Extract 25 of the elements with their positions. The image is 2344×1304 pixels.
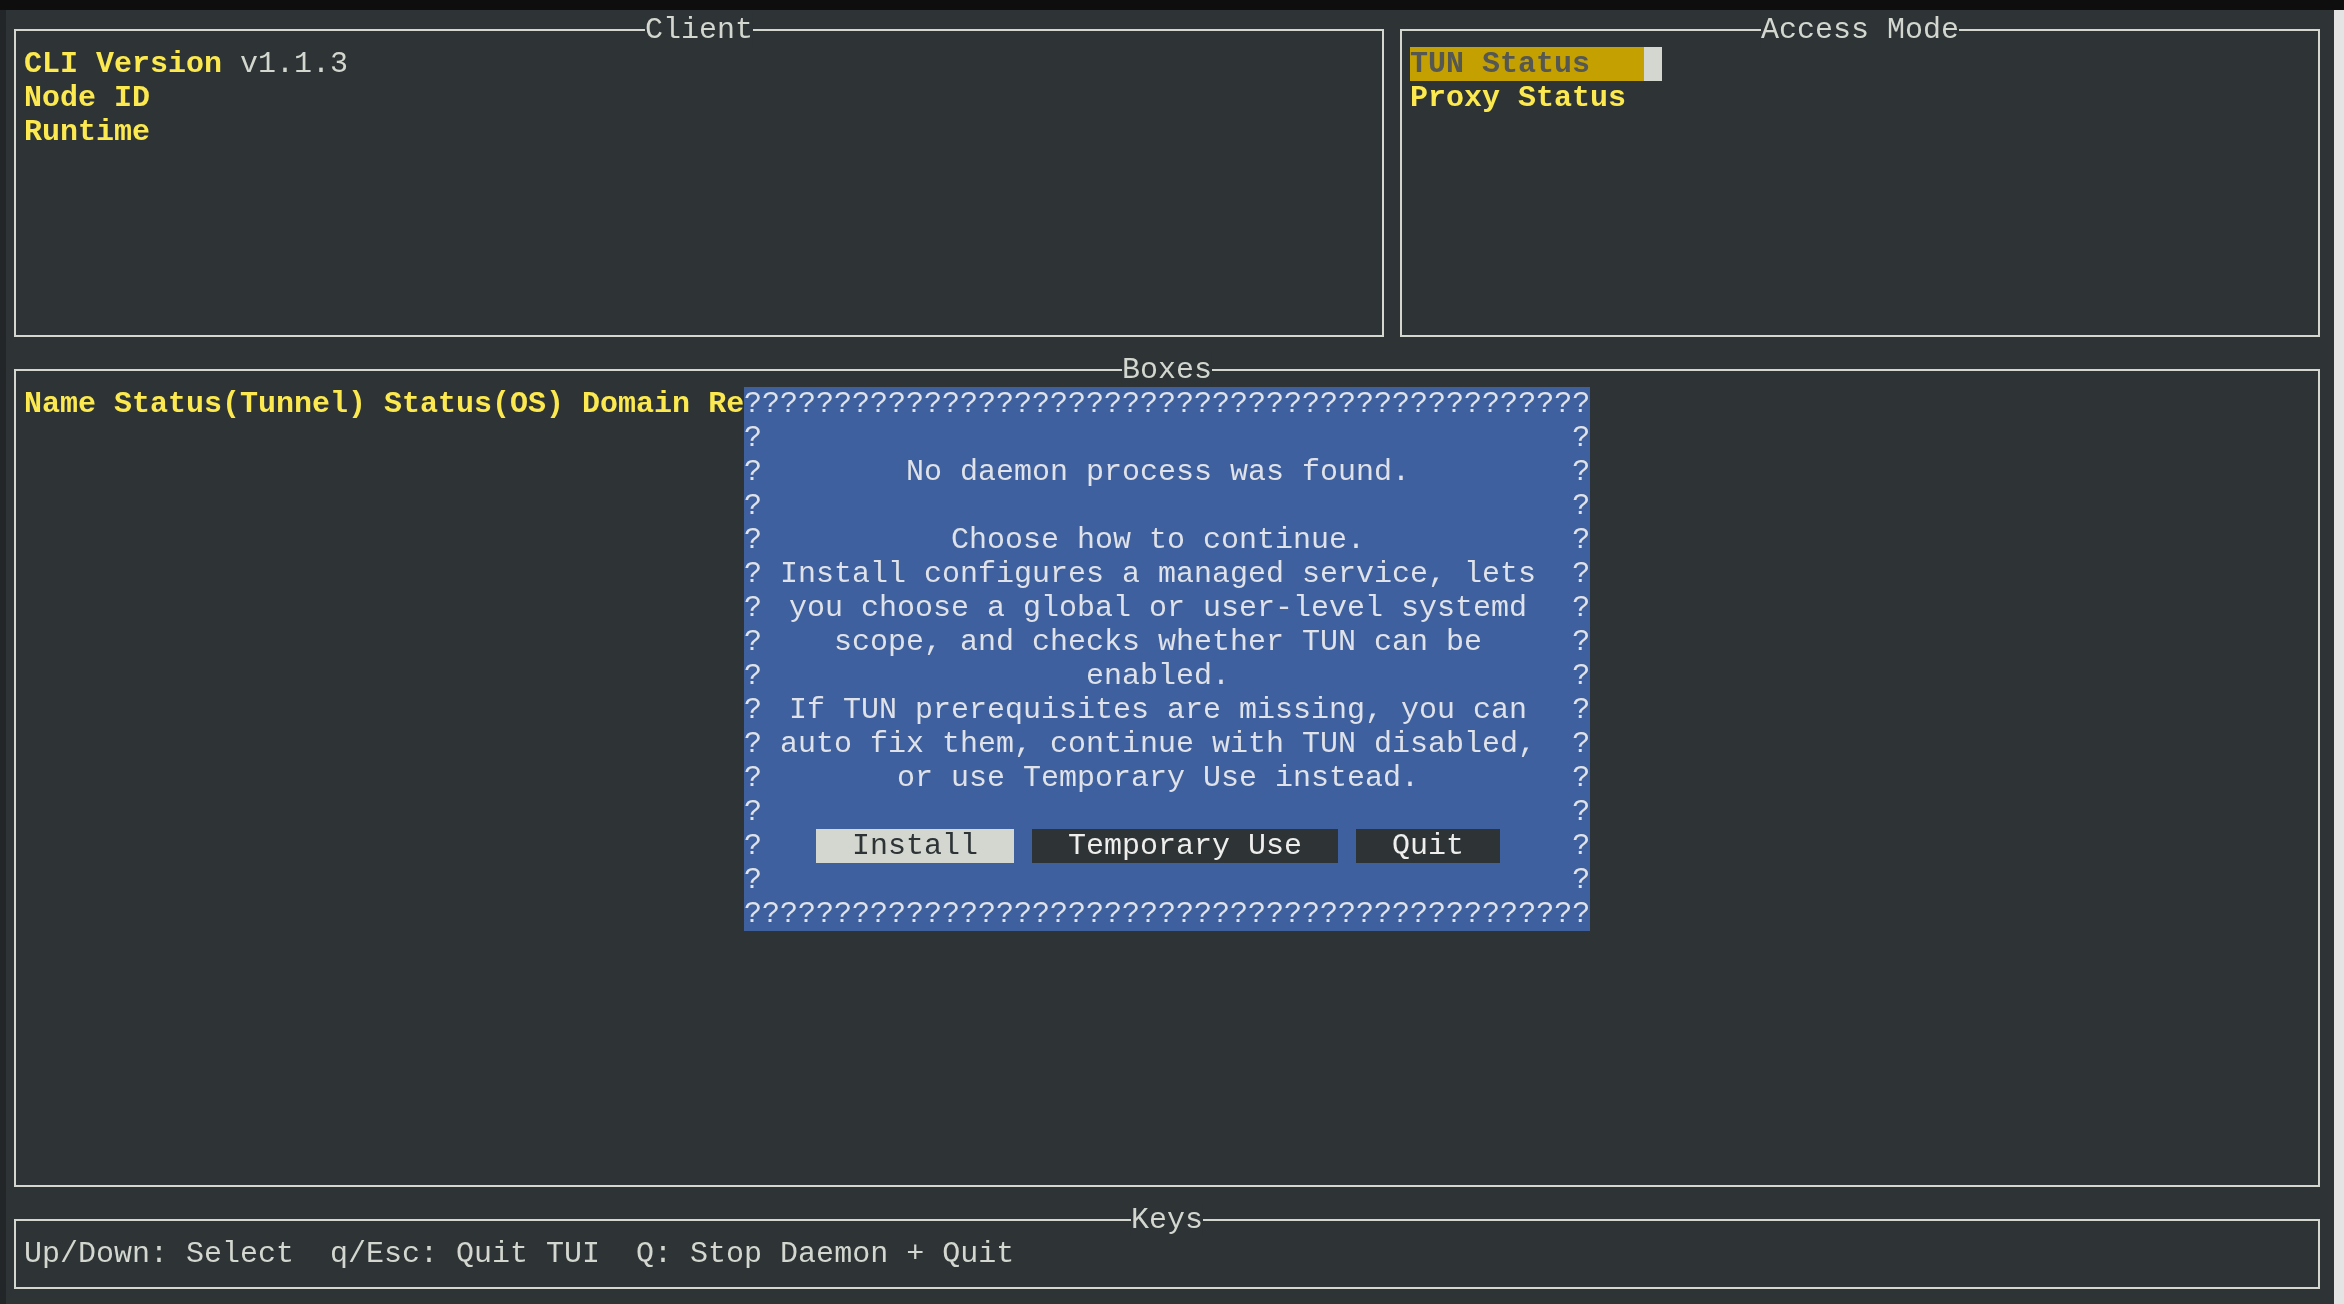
dialog-message: Install configures a managed service, lets you choose a global or user-level systemd scope, and checks whether TUN can be enabled. [780, 557, 1537, 693]
field-value: v1.1.3 [240, 47, 349, 81]
dialog-headline: No daemon process was found. [905, 455, 1412, 489]
column-header: Re [708, 387, 745, 421]
dialog-message: If TUN prerequisites are missing, you can auto fix them, continue with TUN disabled, or use Temporary Use instead. [780, 693, 1537, 795]
column-header: Status(OS) [384, 387, 565, 421]
key-hint: Q: Stop Daemon + Quit [636, 1237, 1015, 1271]
text-cursor-icon [1644, 47, 1663, 81]
dialog-button[interactable]: Quit [1356, 829, 1501, 863]
bottom-border-chars: ??????????????????????????????????????????????? [744, 897, 1591, 931]
access-mode-item[interactable]: Proxy Status [1410, 81, 1627, 115]
left-border-chars: ?????????????? [744, 421, 762, 897]
field-label: Node ID [24, 81, 151, 115]
dialog-button[interactable]: Temporary Use [1032, 829, 1339, 863]
right-border-chars: ?????????????? [1572, 421, 1591, 897]
column-header: Name [24, 387, 96, 421]
field-label: Runtime [24, 115, 151, 149]
key-hint: Up/Down: Select [24, 1237, 295, 1271]
column-header: Domain [582, 387, 691, 421]
dialog-message: Choose how to continue. [950, 523, 1367, 557]
field-label: CLI Version [24, 47, 223, 81]
column-header: Status(Tunnel) [114, 387, 367, 421]
top-border-chars: ??????????????????????????????????????????????? [744, 387, 1591, 421]
dialog-button[interactable]: Install [816, 829, 1015, 863]
key-hint: q/Esc: Quit TUI [330, 1237, 601, 1271]
